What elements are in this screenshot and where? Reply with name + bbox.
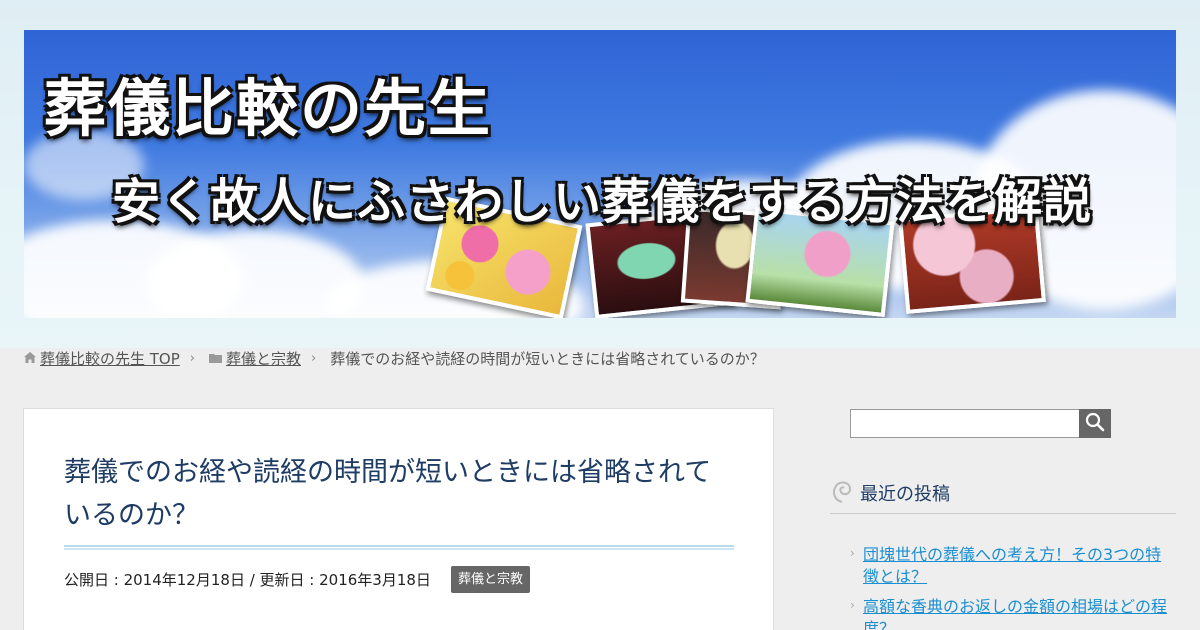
recent-posts-title: 最近の投稿 [860,484,950,505]
site-title: 葬儀比較の先生 [44,72,493,145]
list-item: › 高額な香典のお返しの金額の相場はどの程度？ [850,596,1170,630]
search-icon [1085,412,1105,435]
breadcrumb-category-link[interactable]: 葬儀と宗教 [226,348,301,369]
list-item: › 団塊世代の葬儀への考え方！その3つの特徴とは？ [850,544,1170,588]
site-subtitle: 安く故人にふさわしい葬儀をする方法を解説 [112,174,1093,230]
search-button[interactable] [1079,409,1111,438]
site-banner[interactable]: 葬儀比較の先生 安く故人にふさわしい葬儀をする方法を解説 [24,30,1176,318]
breadcrumb-current: 葬儀でのお経や読経の時間が短いときには省略されているのか？ [330,349,765,368]
recent-post-link[interactable]: 高額な香典のお返しの金額の相場はどの程度？ [863,597,1167,630]
title-divider [64,545,734,550]
swirl-icon [830,478,854,508]
article-title: 葬儀でのお経や読経の時間が短いときには省略されているのか？ [64,457,712,531]
breadcrumb-home-link[interactable]: 葬儀比較の先生 TOP [40,348,180,369]
chevron-right-icon: › [850,546,855,560]
breadcrumb: 葬儀比較の先生 TOP › 葬儀と宗教 › 葬儀でのお経や読経の時間が短いときに… [24,347,765,369]
recent-post-link[interactable]: 団塊世代の葬儀への考え方！その3つの特徴とは？ [863,545,1161,586]
search-input[interactable] [850,409,1080,438]
recent-posts-heading: 最近の投稿 [830,476,1176,514]
category-badge[interactable]: 葬儀と宗教 [451,566,531,593]
chevron-right-icon: › [311,350,317,366]
chevron-right-icon: › [850,598,855,612]
recent-posts-list: › 団塊世代の葬儀への考え方！その3つの特徴とは？ › 高額な香典のお返しの金額… [850,544,1170,630]
home-icon [24,349,36,367]
folder-icon [209,349,222,367]
chevron-right-icon: › [189,350,195,366]
article-dates: 公開日 : 2014年12月18日 / 更新日 : 2016年3月18日 [64,571,431,589]
article-card: 葬儀でのお経や読経の時間が短いときには省略されているのか？ 公開日 : 2014… [23,408,774,630]
